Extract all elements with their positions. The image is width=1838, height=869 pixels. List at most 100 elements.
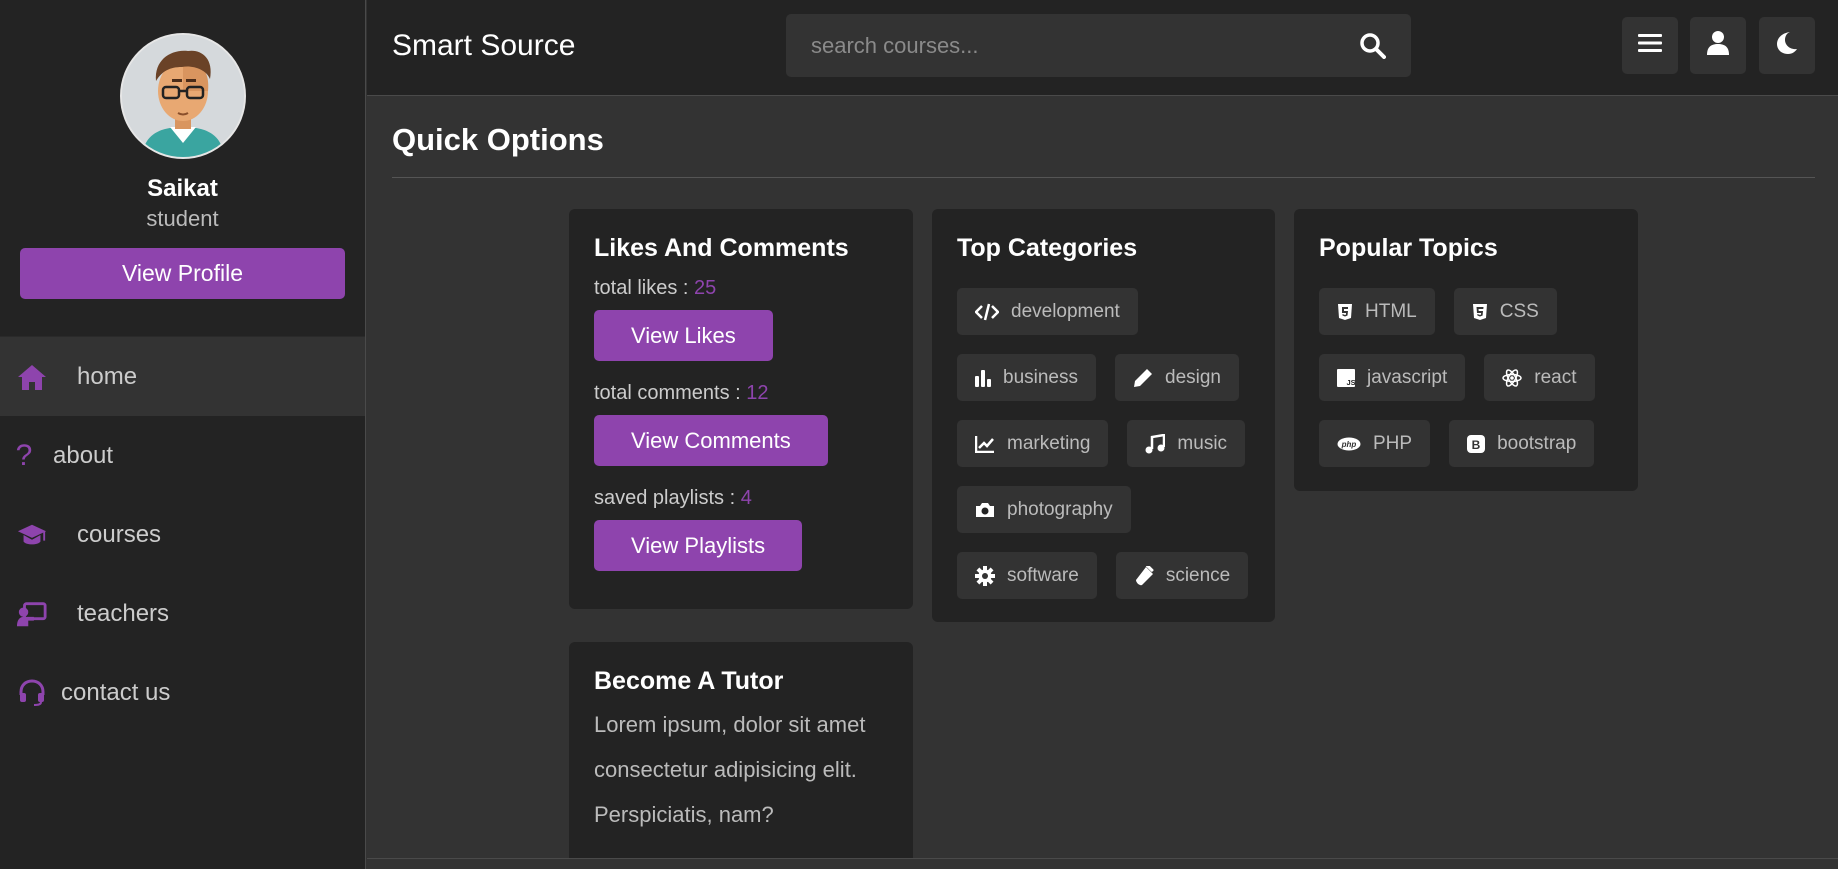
profile-name: Saikat [147,175,218,202]
tag-business[interactable]: business [957,354,1096,401]
css3-icon [1472,303,1487,320]
tag-design[interactable]: design [1115,354,1239,401]
tag-label: photography [1007,498,1113,520]
tag-css[interactable]: CSS [1453,288,1557,335]
app-logo[interactable]: Smart Source [392,29,575,63]
user-button[interactable] [1690,17,1746,74]
user-icon [1707,31,1729,60]
tag-react[interactable]: react [1484,354,1595,401]
tag-photography[interactable]: photography [957,486,1131,533]
divider [392,177,1815,178]
become-tutor-card: Become A Tutor Lorem ipsum, dolor sit am… [569,642,913,858]
tag-label: javascript [1367,366,1448,388]
view-playlists-button[interactable]: View Playlists [594,520,803,571]
tag-software[interactable]: software [957,552,1097,599]
graduation-cap-icon [17,520,47,550]
search-input[interactable] [786,14,1346,77]
view-comments-button[interactable]: View Comments [594,415,828,466]
tag-bootstrap[interactable]: B bootstrap [1449,420,1595,467]
footer-divider [367,858,1838,859]
menu-icon [1638,33,1662,58]
top-categories-card: Top Categories development business desi… [932,209,1275,622]
headset-icon [17,678,47,708]
camera-icon [976,502,994,517]
tag-html[interactable]: HTML [1319,288,1435,335]
sidebar: Saikat student View Profile home ? about… [0,0,366,869]
profile-role: student [146,206,219,231]
total-likes-stat: total likes : 25 [594,277,888,300]
stat-label: total comments : [594,382,747,404]
card-title: Likes And Comments [594,234,849,262]
react-icon [1502,368,1522,387]
page-title: Quick Options [392,122,604,157]
js-icon: JS [1337,368,1356,387]
tag-javascript[interactable]: JS javascript [1319,354,1466,401]
view-profile-button[interactable]: View Profile [20,248,345,299]
stat-value: 25 [694,277,717,299]
tag-label: react [1534,366,1577,388]
cog-icon [975,565,995,586]
category-tags: development business design marketing mu… [957,288,1250,599]
sidebar-item-label: courses [77,520,162,548]
sidebar-item-teachers[interactable]: teachers [0,574,365,653]
profile-section: Saikat student View Profile [0,0,365,299]
moon-icon [1776,31,1798,60]
tag-php[interactable]: php PHP [1319,420,1431,467]
sidebar-item-label: home [77,362,138,390]
total-comments-stat: total comments : 12 [594,382,888,405]
tag-label: HTML [1365,300,1417,322]
tag-development[interactable]: development [957,288,1138,335]
tag-label: development [1011,300,1120,322]
saved-playlists-stat: saved playlists : 4 [594,487,888,510]
tag-label: marketing [1007,432,1091,454]
sidebar-item-label: contact us [61,678,171,706]
tag-label: music [1177,432,1228,454]
menu-button[interactable] [1622,17,1678,74]
svg-text:JS: JS [1347,378,1356,387]
tag-marketing[interactable]: marketing [957,420,1109,467]
html5-icon [1338,303,1352,320]
popular-topics-card: Popular Topics HTML CSS JS javascript re… [1294,209,1638,491]
top-header: Smart Source [367,0,1838,96]
question-icon: ? [15,438,33,472]
tag-label: CSS [1499,300,1539,322]
php-icon: php [1337,437,1361,450]
sidebar-item-label: about [53,441,114,469]
stat-label: total likes : [594,277,695,299]
music-icon [1145,433,1166,453]
vial-icon [1135,565,1154,585]
tag-label: software [1007,564,1079,586]
chart-line-icon [975,435,994,453]
stat-value: 12 [746,382,769,404]
chalkboard-teacher-icon [17,599,47,629]
search-icon[interactable] [1359,32,1386,64]
tag-label: science [1165,564,1231,586]
card-title: Become A Tutor [594,667,784,695]
svg-text:php: php [1341,440,1357,449]
tag-science[interactable]: science [1115,552,1249,599]
tutor-description: Lorem ipsum, dolor sit amet consectetur … [594,712,866,827]
pen-icon [1134,368,1152,387]
svg-text:B: B [1472,438,1481,452]
likes-comments-card: Likes And Comments total likes : 25 View… [569,209,913,609]
card-title: Popular Topics [1319,234,1498,262]
bootstrap-icon: B [1467,434,1486,453]
sidebar-item-about[interactable]: ? about [0,416,365,495]
sidebar-nav: home ? about courses teachers contact us [0,336,365,732]
code-icon [975,303,999,320]
view-likes-button[interactable]: View Likes [594,310,773,361]
stat-value: 4 [740,487,752,509]
theme-toggle-button[interactable] [1759,17,1815,74]
chart-simple-icon [975,369,991,387]
sidebar-item-home[interactable]: home [0,337,365,416]
tag-label: bootstrap [1497,432,1577,454]
sidebar-item-contact-us[interactable]: contact us [0,653,365,732]
tag-label: design [1165,366,1221,388]
tag-music[interactable]: music [1127,420,1246,467]
avatar [119,33,246,159]
sidebar-item-label: teachers [77,599,170,627]
topic-tags: HTML CSS JS javascript react php PHP B b… [1319,288,1613,467]
sidebar-item-courses[interactable]: courses [0,495,365,574]
card-title: Top Categories [957,234,1138,262]
tag-label: PHP [1373,432,1413,454]
